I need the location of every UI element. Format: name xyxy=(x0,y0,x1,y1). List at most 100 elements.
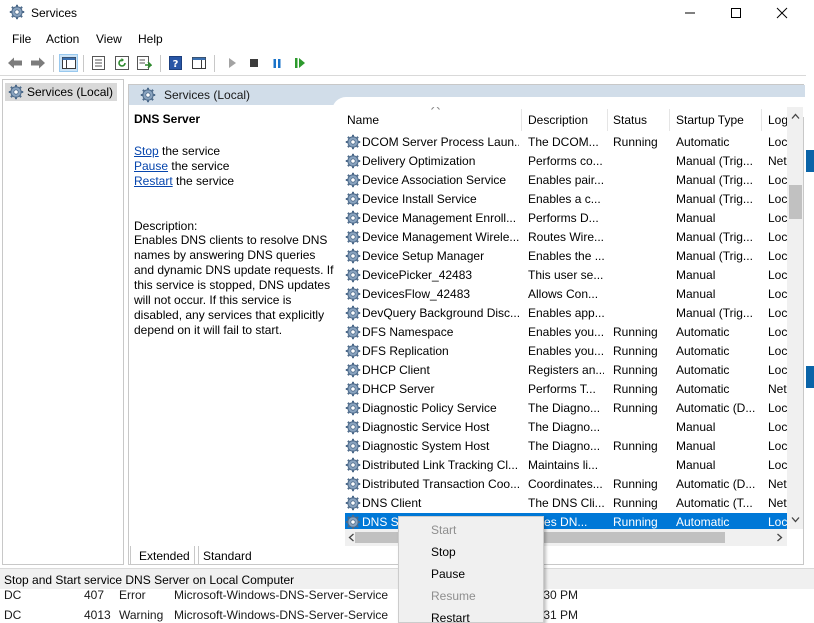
column-divider[interactable] xyxy=(761,109,762,131)
service-row[interactable]: DNS Client The DNS Cli... Running Automatic… xyxy=(345,494,787,513)
action-suffix: the service xyxy=(172,174,235,188)
help-button[interactable]: ? xyxy=(166,54,185,72)
restart-service-button[interactable] xyxy=(290,54,309,72)
service-description-cell: Performs co... xyxy=(528,154,603,168)
service-row[interactable]: DFS Replication Enables you... Running Auto… xyxy=(345,342,787,361)
menu-action[interactable]: Action xyxy=(46,32,79,46)
toolbar-separator xyxy=(160,55,161,72)
service-gear-icon xyxy=(345,286,361,302)
service-description-cell: Enables pair... xyxy=(528,173,604,187)
column-header-log-on-as[interactable]: Log xyxy=(768,113,788,127)
service-row[interactable]: DHCP Client Registers an... Running Automat… xyxy=(345,361,787,380)
context-menu-start[interactable]: Start xyxy=(431,523,456,537)
tab-standard[interactable]: Standard xyxy=(194,546,260,565)
service-row[interactable]: Device Setup Manager Enables the ... Manua… xyxy=(345,247,787,266)
service-startup-cell: Automatic xyxy=(676,135,730,149)
column-divider[interactable] xyxy=(669,109,670,131)
scroll-right-arrow-icon[interactable] xyxy=(775,533,784,542)
service-startup-cell: Manual (Trig... xyxy=(676,192,753,206)
service-status-cell: Running xyxy=(613,439,658,453)
toolbar: ? xyxy=(0,51,806,76)
tree-item-services-local[interactable]: Services (Local) xyxy=(5,83,118,101)
service-row[interactable]: Distributed Link Tracking Cl... Maintains… xyxy=(345,456,787,475)
back-arrow-icon xyxy=(7,57,22,69)
context-menu-resume[interactable]: Resume xyxy=(431,589,476,603)
stop-service-link[interactable]: Stop xyxy=(134,144,159,158)
service-log-cell: Loc xyxy=(768,515,788,529)
export-list-button[interactable] xyxy=(135,54,154,72)
service-row[interactable]: DHCP Server Performs T... Running Automatic… xyxy=(345,380,787,399)
service-log-cell: Loc xyxy=(768,458,788,472)
service-row[interactable]: DevQuery Background Disc... Enables app..… xyxy=(345,304,787,323)
service-row[interactable]: Diagnostic System Host The Diagno... Runni… xyxy=(345,437,787,456)
service-description-cell: Maintains li... xyxy=(528,458,599,472)
services-gear-icon xyxy=(140,87,156,103)
service-status-cell: Running xyxy=(613,515,658,529)
service-row[interactable]: Device Management Enroll... Performs D...… xyxy=(345,209,787,228)
scroll-up-arrow-icon[interactable] xyxy=(791,112,800,121)
service-gear-icon xyxy=(345,267,361,283)
service-name-cell: DevQuery Background Disc... xyxy=(362,306,519,320)
service-startup-cell: Automatic (D... xyxy=(676,477,756,491)
restart-service-link[interactable]: Restart xyxy=(134,174,173,188)
back-button[interactable] xyxy=(5,54,24,72)
refresh-button[interactable] xyxy=(112,54,131,72)
action-suffix: the service xyxy=(168,159,230,173)
close-button[interactable] xyxy=(759,0,805,26)
service-description-cell: Registers an... xyxy=(528,363,604,377)
menu-bar: File Action View Help xyxy=(0,29,814,49)
stop-service-button[interactable] xyxy=(244,54,263,72)
service-row[interactable]: Device Install Service Enables a c... Manu… xyxy=(345,190,787,209)
column-header-name[interactable]: Name xyxy=(347,113,379,127)
minimize-button[interactable] xyxy=(667,0,713,26)
service-row[interactable]: Device Management Wirele... Routes Wire..… xyxy=(345,228,787,247)
column-header-status[interactable]: Status xyxy=(613,113,647,127)
service-row[interactable]: Diagnostic Policy Service The Diagno... Ru… xyxy=(345,399,787,418)
action-pane-button[interactable] xyxy=(189,54,208,72)
context-menu-pause[interactable]: Pause xyxy=(431,567,465,581)
vertical-scroll-thumb[interactable] xyxy=(789,185,802,219)
service-description-cell: Performs D... xyxy=(528,211,599,225)
service-row[interactable]: DevicePicker_42483 This user se... Manual L… xyxy=(345,266,787,285)
forward-arrow-icon xyxy=(30,57,45,69)
bg-cell: Microsoft-Windows-DNS-Server-Service xyxy=(174,588,389,602)
forward-button[interactable] xyxy=(28,54,47,72)
menu-file[interactable]: File xyxy=(12,32,31,46)
tab-extended[interactable]: Extended xyxy=(130,546,199,565)
show-hide-tree-button[interactable] xyxy=(59,54,78,72)
service-startup-cell: Manual xyxy=(676,268,716,282)
bg-cell: Microsoft-Windows-DNS-Server-Service xyxy=(174,608,389,622)
service-row[interactable]: DFS Namespace Enables you... Running Automa… xyxy=(345,323,787,342)
properties-button[interactable] xyxy=(89,54,108,72)
menu-view[interactable]: View xyxy=(96,32,122,46)
background-window-edge xyxy=(806,366,814,388)
service-log-cell: Loc xyxy=(768,287,788,301)
context-menu-restart[interactable]: Restart xyxy=(431,611,470,623)
main-pane: Services (Local) DNS Server Stop the ser… xyxy=(128,84,805,565)
vertical-scrollbar[interactable] xyxy=(787,107,803,529)
bg-cell: Error xyxy=(119,588,146,602)
context-menu-stop[interactable]: Stop xyxy=(431,545,456,559)
service-name-cell: Distributed Transaction Coo... xyxy=(362,477,519,491)
scroll-down-arrow-icon[interactable] xyxy=(791,515,800,524)
column-header-description[interactable]: Description xyxy=(528,113,588,127)
service-row[interactable]: DCOM Server Process Laun... The DCOM... Ru… xyxy=(345,133,787,152)
maximize-button[interactable] xyxy=(713,0,759,26)
service-row[interactable]: Delivery Optimization Performs co... Manua… xyxy=(345,152,787,171)
service-name-cell: Delivery Optimization xyxy=(362,154,476,168)
service-row[interactable]: Device Association Service Enables pair..… xyxy=(345,171,787,190)
service-startup-cell: Manual xyxy=(676,458,716,472)
column-divider[interactable] xyxy=(521,109,522,131)
service-name-cell: Distributed Link Tracking Cl... xyxy=(362,458,519,472)
service-row[interactable]: Distributed Transaction Coo... Coordinate… xyxy=(345,475,787,494)
pause-service-link[interactable]: Pause xyxy=(134,159,168,173)
menu-help[interactable]: Help xyxy=(138,32,163,46)
start-service-button[interactable] xyxy=(222,54,241,72)
pause-service-button[interactable] xyxy=(267,54,286,72)
service-name-cell: DHCP Client xyxy=(362,363,430,377)
column-header-startup-type[interactable]: Startup Type xyxy=(676,113,744,127)
column-divider[interactable] xyxy=(607,109,608,131)
action-stop-line: Stop the service xyxy=(134,144,334,159)
service-row[interactable]: Diagnostic Service Host The Diagno... Manu… xyxy=(345,418,787,437)
service-row[interactable]: DevicesFlow_42483 Allows Con... Manual Loc xyxy=(345,285,787,304)
